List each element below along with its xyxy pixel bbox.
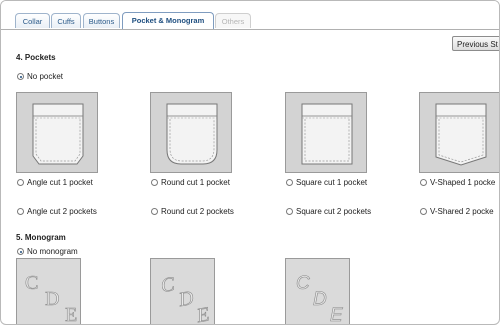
v-shaped-2-label: V-Shared 2 pocke	[430, 207, 494, 216]
monogram-letter: C	[296, 273, 310, 294]
monogram-sample-script[interactable]: C D E	[150, 258, 215, 325]
monogram-letter: D	[313, 289, 327, 310]
customizer-window: Collar Cuffs Buttons Pocket & Monogram O…	[0, 0, 500, 325]
monogram-italic-icon: C D E	[296, 273, 344, 325]
monogram-letter: C	[159, 273, 177, 297]
tab-collar[interactable]: Collar	[15, 13, 50, 28]
round-cut-2-label: Round cut 2 pockets	[161, 207, 234, 216]
square-cut-pocket-icon	[301, 103, 353, 165]
tab-others[interactable]: Others	[215, 13, 251, 28]
square-cut-1-radio[interactable]	[286, 179, 293, 186]
angle-cut-2-label: Angle cut 2 pockets	[27, 207, 97, 216]
tab-bar: Collar Cuffs Buttons Pocket & Monogram O…	[1, 1, 499, 30]
monogram-letter: C	[25, 272, 38, 294]
monogram-letter: E	[194, 303, 211, 325]
angle-cut-1-label: Angle cut 1 pocket	[27, 178, 93, 187]
square-cut-2-label: Square cut 2 pockets	[296, 207, 372, 216]
angle-cut-pocket-icon	[32, 103, 84, 165]
no-pocket-radio[interactable]	[17, 73, 24, 80]
square-cut-2-radio[interactable]	[286, 208, 293, 215]
tab-buttons[interactable]: Buttons	[83, 13, 120, 28]
angle-cut-2-radio[interactable]	[17, 208, 24, 215]
monogram-script-icon: C D E	[159, 273, 211, 325]
v-shaped-2-radio[interactable]	[420, 208, 427, 215]
v-shaped-1-radio[interactable]	[420, 179, 427, 186]
v-shaped-1-label: V-Shaped 1 pocke	[430, 178, 496, 187]
pocket-round-cut-image[interactable]	[150, 92, 232, 173]
tab-pocket-monogram[interactable]: Pocket & Monogram	[122, 12, 214, 29]
monogram-letter: E	[65, 304, 77, 325]
previous-step-button[interactable]: Previous St	[452, 36, 499, 51]
round-cut-2-radio[interactable]	[151, 208, 158, 215]
round-cut-1-label: Round cut 1 pocket	[161, 178, 230, 187]
monogram-letter: D	[176, 287, 196, 311]
angle-cut-1-radio[interactable]	[17, 179, 24, 186]
monogram-letter: E	[330, 305, 343, 325]
monogram-sample-italic[interactable]: C D E	[285, 258, 350, 325]
pocket-angle-cut-image[interactable]	[16, 92, 98, 173]
pockets-heading: 4. Pockets	[16, 53, 56, 62]
no-monogram-label: No monogram	[27, 247, 78, 256]
monogram-heading: 5. Monogram	[16, 233, 66, 242]
monogram-letter: D	[45, 288, 59, 310]
round-cut-pocket-icon	[166, 103, 218, 165]
round-cut-1-radio[interactable]	[151, 179, 158, 186]
no-monogram-radio[interactable]	[17, 248, 24, 255]
tab-cuffs[interactable]: Cuffs	[51, 13, 81, 28]
square-cut-1-label: Square cut 1 pocket	[296, 178, 368, 187]
pocket-square-cut-image[interactable]	[285, 92, 367, 173]
monogram-sample-straight[interactable]: C D E	[16, 258, 81, 325]
v-shaped-pocket-icon	[435, 103, 487, 166]
monogram-straight-icon: C D E	[25, 272, 78, 325]
pocket-v-shaped-image[interactable]	[419, 92, 499, 173]
no-pocket-label: No pocket	[27, 72, 64, 81]
